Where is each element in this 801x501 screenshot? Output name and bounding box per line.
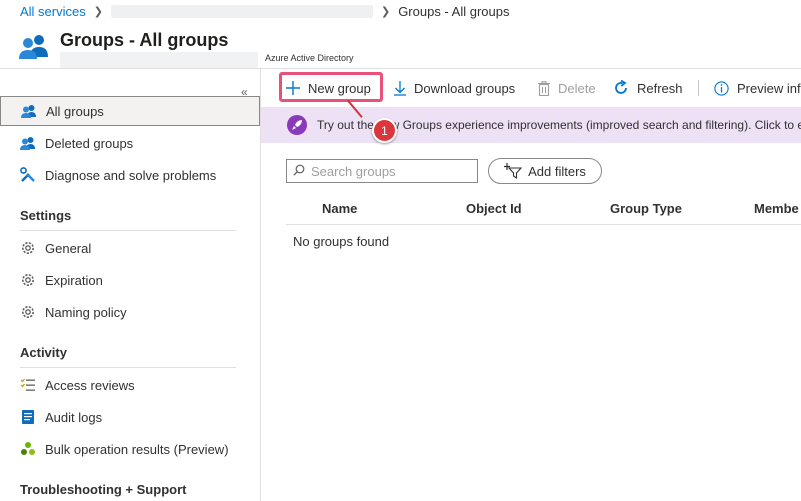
list-check-icon — [20, 377, 36, 393]
search-icon — [293, 164, 305, 179]
column-header-name[interactable]: Name — [322, 201, 357, 216]
groups-icon — [19, 33, 49, 59]
log-icon — [20, 409, 36, 425]
sidebar-item-label: Naming policy — [45, 304, 127, 320]
bulk-icon — [20, 441, 36, 457]
sidebar-item-label: All groups — [46, 103, 104, 119]
table-header: Name Object Id Group Type Membe — [286, 193, 801, 225]
download-groups-label: Download groups — [414, 80, 516, 96]
sidebar-item-audit-logs[interactable]: Audit logs — [0, 402, 260, 432]
sidebar-item-access-reviews[interactable]: Access reviews — [0, 370, 260, 400]
chevron-right-icon: ❯ — [380, 5, 391, 18]
users-icon — [20, 135, 36, 151]
divider — [20, 230, 236, 231]
breadcrumb: All services ❯ ❯ Groups - All groups — [0, 0, 801, 22]
sidebar-item-label: Diagnose and solve problems — [45, 167, 217, 183]
main-content: New group Download groups Delete Refresh — [261, 68, 801, 501]
sidebar-item-diagnose[interactable]: Diagnose and solve problems — [0, 160, 260, 190]
page-header: Groups - All groups Azure Active Directo… — [0, 24, 801, 68]
gear-icon — [20, 304, 36, 320]
sidebar-item-label: Access reviews — [45, 377, 135, 393]
sidebar-item-label: Bulk operation results (Preview) — [45, 441, 229, 457]
wrench-icon — [20, 167, 36, 183]
column-header-object-id[interactable]: Object Id — [466, 201, 522, 216]
step-badge: 1 — [372, 118, 397, 143]
chevron-right-icon: ❯ — [93, 5, 103, 18]
page-title: Groups - All groups — [60, 30, 229, 50]
new-group-highlight — [279, 72, 383, 102]
preview-banner[interactable]: Try out the new Groups experience improv… — [261, 107, 801, 143]
sidebar-item-bulk-operations[interactable]: Bulk operation results (Preview) — [0, 434, 260, 464]
toolbar: New group Download groups Delete Refresh — [261, 69, 801, 105]
filter-add-icon — [504, 163, 523, 179]
refresh-label: Refresh — [637, 80, 683, 96]
search-input[interactable] — [311, 163, 471, 179]
refresh-icon — [613, 80, 629, 96]
gear-icon — [20, 240, 36, 256]
breadcrumb-all-services[interactable]: All services — [20, 4, 86, 19]
rocket-icon — [287, 115, 307, 135]
sidebar: « All groups Deleted groups Diagnose and… — [0, 68, 261, 501]
add-filters-button[interactable]: Add filters — [488, 158, 602, 184]
column-header-group-type[interactable]: Group Type — [610, 201, 682, 216]
refresh-button[interactable]: Refresh — [613, 77, 683, 99]
sidebar-item-all-groups[interactable]: All groups — [0, 96, 260, 126]
column-header-members[interactable]: Membe — [754, 201, 799, 216]
sidebar-item-deleted-groups[interactable]: Deleted groups — [0, 128, 260, 158]
empty-state-message: No groups found — [293, 234, 390, 249]
info-icon — [714, 80, 729, 96]
breadcrumb-redacted[interactable] — [110, 4, 373, 18]
divider — [20, 367, 236, 368]
sidebar-item-expiration[interactable]: Expiration — [0, 265, 260, 295]
sidebar-item-naming-policy[interactable]: Naming policy — [0, 297, 260, 327]
section-heading-settings: Settings — [20, 208, 72, 223]
preview-info-button[interactable]: Preview inf — [714, 77, 801, 99]
delete-button[interactable]: Delete — [538, 77, 596, 99]
sidebar-item-label: Audit logs — [45, 409, 103, 425]
download-icon — [394, 80, 406, 96]
add-filters-label: Add filters — [528, 163, 586, 179]
gear-icon — [20, 272, 36, 288]
sidebar-item-label: General — [45, 240, 92, 256]
sidebar-item-label: Deleted groups — [45, 135, 134, 151]
search-box[interactable] — [286, 159, 478, 183]
page-subtitle: Azure Active Directory — [265, 53, 354, 63]
users-icon — [21, 103, 37, 119]
sidebar-item-general[interactable]: General — [0, 233, 260, 263]
title-redacted — [60, 52, 258, 68]
breadcrumb-current: Groups - All groups — [398, 3, 510, 19]
toolbar-divider — [698, 80, 699, 96]
preview-info-label: Preview inf — [737, 80, 801, 96]
section-heading-troubleshooting: Troubleshooting + Support — [20, 482, 187, 497]
sidebar-item-label: Expiration — [45, 272, 103, 288]
trash-icon — [538, 80, 550, 96]
download-groups-button[interactable]: Download groups — [394, 77, 515, 99]
section-heading-activity: Activity — [20, 345, 67, 360]
delete-label: Delete — [558, 80, 596, 96]
